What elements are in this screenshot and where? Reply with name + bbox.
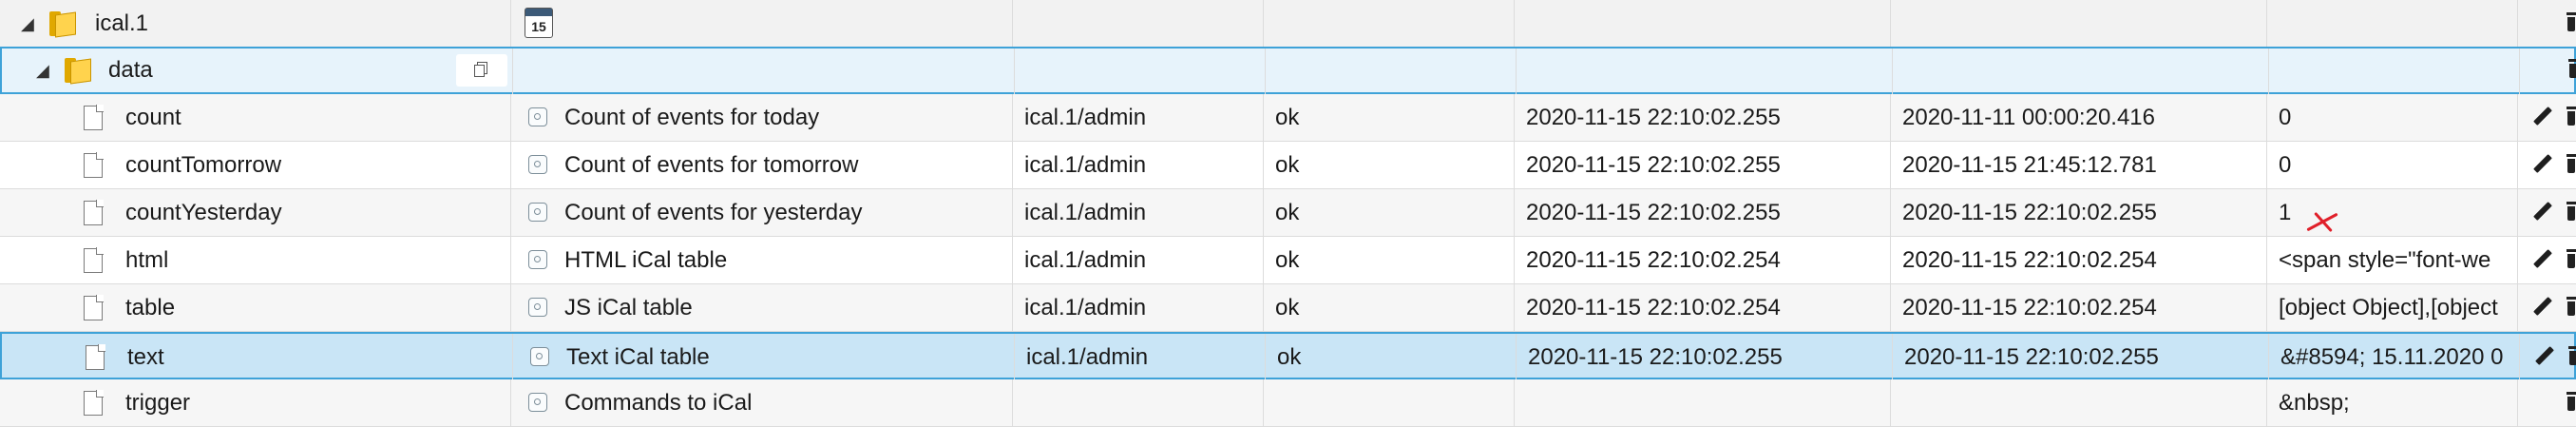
file-icon bbox=[84, 247, 104, 273]
object-tree-grid: ◢ ical.1 15 ◢ data count Count of events … bbox=[0, 0, 2576, 427]
state-icon bbox=[528, 298, 547, 317]
state-icon bbox=[528, 107, 547, 126]
state-timestamp: 2020-11-15 22:10:02.255 bbox=[1517, 334, 1893, 381]
table-row[interactable]: text Text iCal table ical.1/admin ok 2020-11… bbox=[0, 332, 2576, 381]
table-row[interactable]: html HTML iCal table ical.1/admin ok 2020-11… bbox=[0, 237, 2576, 284]
state-icon bbox=[528, 393, 547, 412]
tree-row-data[interactable]: ◢ data bbox=[0, 47, 2576, 96]
state-last-change: 2020-11-15 22:10:02.254 bbox=[1891, 284, 2267, 332]
state-status: ok bbox=[1264, 284, 1515, 332]
state-origin: ical.1/admin bbox=[1015, 334, 1266, 381]
state-last-change: 2020-11-11 00:00:20.416 bbox=[1891, 94, 2267, 142]
state-icon bbox=[528, 250, 547, 269]
trash-icon[interactable] bbox=[2566, 202, 2576, 223]
file-icon bbox=[84, 200, 104, 225]
state-status: ok bbox=[1264, 237, 1515, 284]
pencil-icon[interactable] bbox=[2531, 202, 2552, 223]
state-name: countTomorrow bbox=[125, 152, 282, 178]
state-status: ok bbox=[1264, 189, 1515, 237]
tree-item-label: ical.1 bbox=[95, 10, 149, 36]
state-description: JS iCal table bbox=[564, 295, 693, 320]
state-name: table bbox=[125, 295, 176, 320]
calendar-icon: 15 bbox=[525, 8, 553, 38]
trash-icon[interactable] bbox=[2566, 154, 2576, 175]
state-value[interactable]: 0 bbox=[2267, 142, 2518, 189]
state-description: Commands to iCal bbox=[564, 390, 753, 416]
pencil-icon[interactable] bbox=[2531, 107, 2552, 127]
state-name: html bbox=[125, 247, 169, 273]
folder-icon bbox=[49, 11, 78, 38]
table-row[interactable]: table JS iCal table ical.1/admin ok 2020-11-… bbox=[0, 284, 2576, 332]
copy-button[interactable] bbox=[456, 54, 507, 87]
state-name: count bbox=[125, 105, 181, 130]
state-origin bbox=[1013, 379, 1264, 427]
state-timestamp: 2020-11-15 22:10:02.255 bbox=[1515, 142, 1891, 189]
state-status bbox=[1264, 379, 1515, 427]
copy-icon bbox=[474, 65, 485, 77]
state-timestamp bbox=[1515, 379, 1891, 427]
state-description: Count of events for tomorrow bbox=[564, 152, 859, 178]
state-name: text bbox=[127, 344, 164, 370]
tree-item-label: data bbox=[108, 57, 153, 83]
state-icon bbox=[528, 203, 547, 222]
state-origin: ical.1/admin bbox=[1013, 284, 1264, 332]
tree-row-ical-1[interactable]: ◢ ical.1 15 bbox=[0, 0, 2576, 48]
state-last-change: 2020-11-15 22:10:02.254 bbox=[1891, 237, 2267, 284]
state-description: Text iCal table bbox=[566, 344, 710, 370]
state-origin: ical.1/admin bbox=[1013, 189, 1264, 237]
trash-icon[interactable] bbox=[2566, 12, 2576, 33]
state-timestamp: 2020-11-15 22:10:02.255 bbox=[1515, 94, 1891, 142]
table-row[interactable]: countYesterday Count of events for yester… bbox=[0, 189, 2576, 237]
state-name: countYesterday bbox=[125, 200, 282, 225]
file-icon bbox=[84, 105, 104, 130]
pencil-icon[interactable] bbox=[2531, 154, 2552, 175]
state-origin: ical.1/admin bbox=[1013, 237, 1264, 284]
file-icon bbox=[84, 390, 104, 416]
trash-icon[interactable] bbox=[2567, 59, 2576, 80]
file-icon bbox=[84, 152, 104, 178]
state-description: Count of events for today bbox=[564, 105, 820, 130]
trash-icon[interactable] bbox=[2567, 346, 2576, 367]
red-x-annotation bbox=[2301, 205, 2339, 240]
state-timestamp: 2020-11-15 22:10:02.255 bbox=[1515, 189, 1891, 237]
state-value[interactable]: [object Object],[object bbox=[2267, 284, 2518, 332]
state-origin: ical.1/admin bbox=[1013, 142, 1264, 189]
state-status: ok bbox=[1264, 94, 1515, 142]
state-status: ok bbox=[1264, 142, 1515, 189]
state-value[interactable]: 0 bbox=[2267, 94, 2518, 142]
trash-icon[interactable] bbox=[2566, 107, 2576, 127]
pencil-icon[interactable] bbox=[2531, 297, 2552, 318]
state-value[interactable]: &#8594; 15.11.2020 0 bbox=[2269, 334, 2520, 381]
trash-icon[interactable] bbox=[2566, 297, 2576, 318]
state-last-change: 2020-11-15 21:45:12.781 bbox=[1891, 142, 2267, 189]
state-last-change bbox=[1891, 379, 2267, 427]
state-name: trigger bbox=[125, 390, 191, 416]
state-icon bbox=[528, 155, 547, 174]
file-icon bbox=[84, 295, 104, 320]
state-status: ok bbox=[1266, 334, 1517, 381]
trash-icon[interactable] bbox=[2566, 249, 2576, 270]
trash-icon[interactable] bbox=[2566, 392, 2576, 413]
pencil-icon[interactable] bbox=[2533, 346, 2554, 367]
state-timestamp: 2020-11-15 22:10:02.254 bbox=[1515, 237, 1891, 284]
folder-icon bbox=[65, 58, 93, 85]
table-row[interactable]: trigger Commands to iCal &nbsp; bbox=[0, 379, 2576, 427]
state-origin: ical.1/admin bbox=[1013, 94, 1264, 142]
state-description: HTML iCal table bbox=[564, 247, 728, 273]
state-icon bbox=[530, 347, 549, 366]
state-value[interactable]: &nbsp; bbox=[2267, 379, 2518, 427]
state-timestamp: 2020-11-15 22:10:02.254 bbox=[1515, 284, 1891, 332]
state-description: Count of events for yesterday bbox=[564, 200, 863, 225]
pencil-icon[interactable] bbox=[2531, 249, 2552, 270]
state-value[interactable]: <span style="font-we bbox=[2267, 237, 2518, 284]
collapse-toggle-icon[interactable]: ◢ bbox=[21, 0, 34, 48]
table-row[interactable]: countTomorrow Count of events for tomorro… bbox=[0, 142, 2576, 189]
state-last-change: 2020-11-15 22:10:02.255 bbox=[1893, 334, 2269, 381]
state-last-change: 2020-11-15 22:10:02.255 bbox=[1891, 189, 2267, 237]
table-row[interactable]: count Count of events for today ical.1/adm… bbox=[0, 94, 2576, 142]
collapse-toggle-icon[interactable]: ◢ bbox=[36, 49, 49, 94]
file-icon bbox=[86, 344, 105, 370]
